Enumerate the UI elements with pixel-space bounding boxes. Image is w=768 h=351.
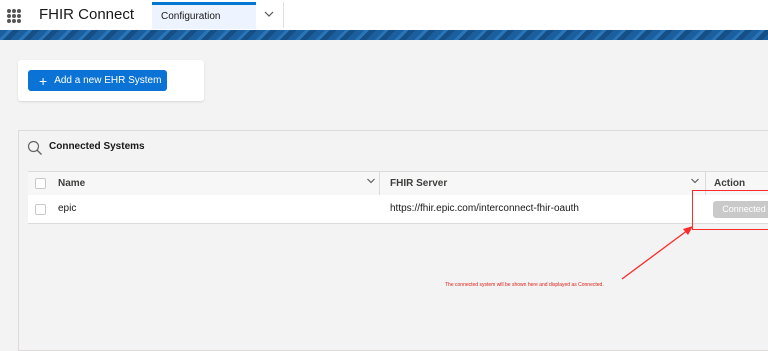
header-banner [0,30,768,40]
search-icon [27,140,43,156]
connected-systems-panel: Connected Systems Name FHIR Server Actio… [18,130,768,351]
column-header-fhir-server[interactable]: FHIR Server [390,178,447,189]
chevron-down-icon[interactable] [366,176,376,189]
add-ehr-card: + Add a new EHR System [18,60,204,101]
row-fhir-server: https://fhir.epic.com/interconnect-fhir-… [390,203,579,214]
row-checkbox[interactable] [35,204,46,215]
column-header-name[interactable]: Name [58,178,85,189]
global-header: FHIR Connect Configuration [0,0,768,31]
plus-icon: + [39,72,48,89]
column-divider [379,172,380,196]
panel-title: Connected Systems [49,141,145,152]
chevron-down-icon[interactable] [262,8,276,22]
chevron-down-icon[interactable] [690,176,700,189]
annotation-text: The connected system will be shown here … [445,282,604,288]
add-ehr-system-button[interactable]: + Add a new EHR System [28,70,167,91]
tab-divider [283,2,284,28]
column-header-action: Action [714,178,746,189]
add-ehr-system-label: Add a new EHR System [54,75,162,86]
app-name: FHIR Connect [39,6,135,23]
row-name: epic [58,203,77,214]
table-row[interactable]: epic https://fhir.epic.com/interconnect-… [28,195,768,224]
table-header: Name FHIR Server Action [28,171,768,197]
panel-header: Connected Systems [19,131,768,169]
tab-configuration[interactable]: Configuration [152,2,256,29]
app-launcher-icon[interactable] [7,9,21,23]
select-all-checkbox[interactable] [35,178,46,189]
annotation-highlight-box [692,190,768,230]
